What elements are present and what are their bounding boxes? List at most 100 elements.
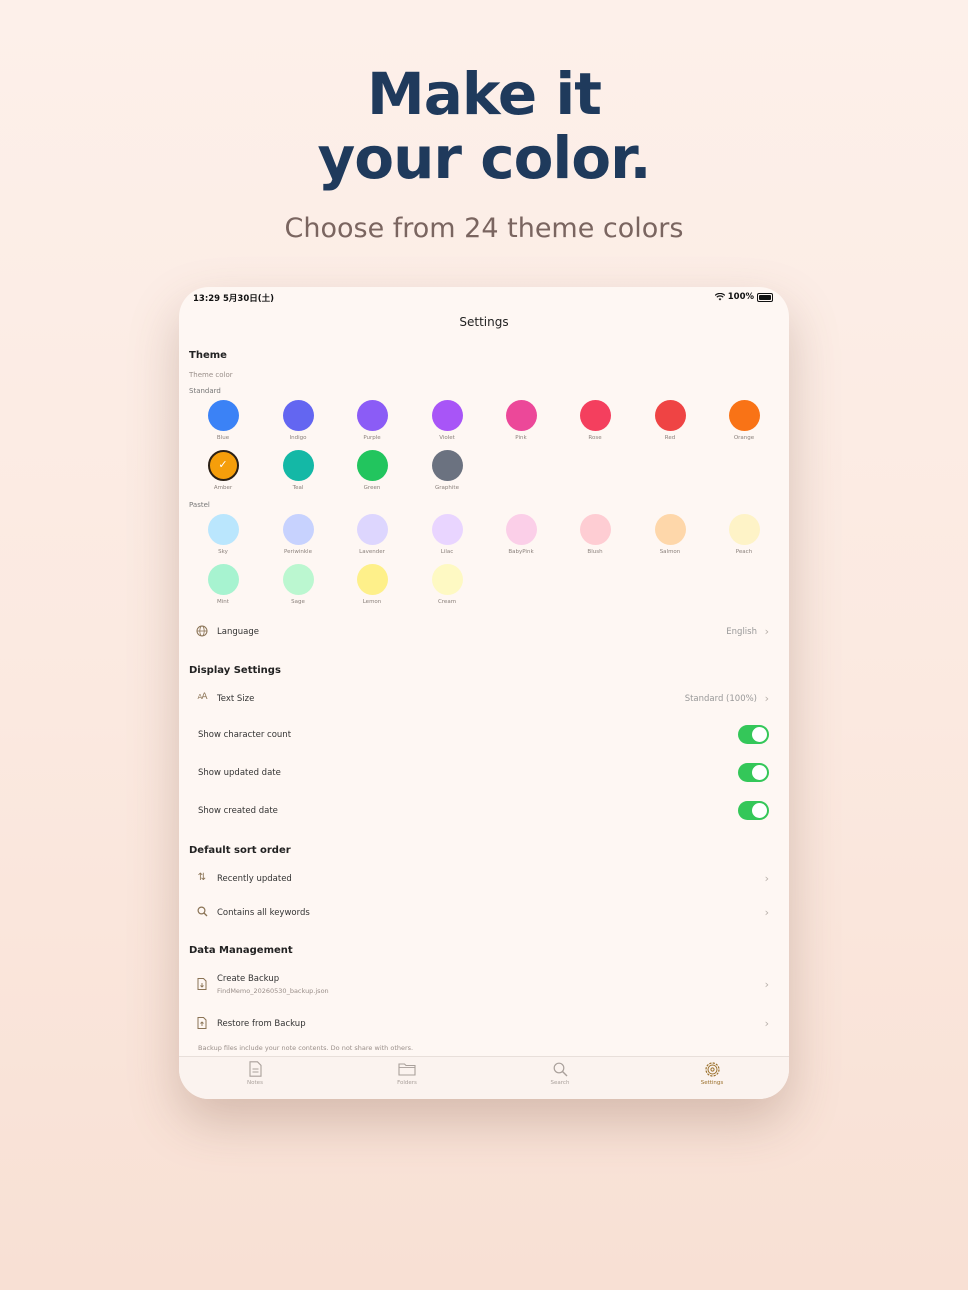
search-mode-label: Contains all keywords [217,908,310,918]
show-created-date-label: Show created date [198,806,278,816]
swatch-lilac[interactable]: Lilac [422,514,472,555]
hero-title-line1: Make it [366,60,602,128]
swatch-orange[interactable]: Orange [719,400,769,441]
swatch-violet[interactable]: Violet [422,400,472,441]
battery-percent: 100% [727,292,754,302]
swatch-green[interactable]: Green [347,450,397,491]
swatch-amber[interactable]: ✓ Amber [198,450,248,491]
swatch-label: Teal [292,485,304,491]
swatch-label: BabyPink [508,549,534,555]
language-label: Language [217,627,259,637]
swatch-red[interactable]: Red [645,400,695,441]
nav-title: Settings [459,315,509,329]
swatch-lemon[interactable]: Lemon [347,564,397,605]
show-updated-date-label: Show updated date [198,768,281,778]
show-updated-date-row: Show updated date [195,763,769,783]
swatch-color-circle [356,450,388,481]
swatch-salmon[interactable]: Salmon [645,514,695,555]
search-icon [195,906,209,920]
sort-arrows-icon: ⇅ [197,872,207,883]
chevron-right-icon: › [764,906,769,919]
swatch-indigo[interactable]: Indigo [273,400,323,441]
show-character-count-toggle[interactable] [738,725,769,744]
swatch-label: Mint [217,599,229,605]
swatch-color-circle: ✓ [207,450,239,481]
gear-icon [704,1061,720,1077]
text-size-row[interactable]: AA Text Size Standard (100%) › [195,691,769,709]
swatch-babypink[interactable]: BabyPink [496,514,546,555]
pastel-label: Pastel [189,501,210,509]
tab-search-label: Search [550,1080,570,1086]
swatch-blue[interactable]: Blue [198,400,248,441]
globe-icon [195,625,209,639]
swatch-sky[interactable]: Sky [198,514,248,555]
swatch-color-circle [654,514,686,545]
swatch-blush[interactable]: Blush [570,514,620,555]
theme-section-title: Theme [189,350,227,361]
text-size-label: Text Size [217,694,255,704]
text-size-value: Standard (100%) [684,694,757,704]
swatch-rose[interactable]: Rose [570,400,620,441]
swatch-mint[interactable]: Mint [198,564,248,605]
swatch-color-circle [431,450,463,481]
sort-section-title: Default sort order [189,845,291,856]
tab-folders[interactable]: Folders [367,1059,447,1086]
restore-backup-row[interactable]: Restore from Backup › [195,1016,769,1034]
language-row[interactable]: Language English › [195,624,769,642]
search-mode-row[interactable]: Contains all keywords › [195,905,769,923]
checkmark-icon: ✓ [218,458,228,471]
create-backup-row[interactable]: Create Backup FindMemo_20260530_backup.j… [195,972,769,998]
tab-notes[interactable]: Notes [215,1059,295,1086]
swatch-sage[interactable]: Sage [273,564,323,605]
swatch-peach[interactable]: Peach [719,514,769,555]
show-created-date-toggle[interactable] [738,801,769,820]
swatch-label: Rose [588,435,602,441]
sort-order-row[interactable]: ⇅ Recently updated › [195,871,769,889]
search-icon [553,1062,567,1076]
text-size-icon: AA [197,692,208,702]
swatch-color-circle [431,564,463,595]
swatch-purple[interactable]: Purple [347,400,397,441]
swatch-pink[interactable]: Pink [496,400,546,441]
chevron-right-icon: › [764,978,769,991]
swatch-label: Green [363,485,381,491]
show-character-count-row: Show character count [195,725,769,745]
swatch-color-circle [505,400,537,431]
swatch-label: Cream [437,599,457,605]
swatch-label: Peach [735,549,753,555]
backup-footnote: Backup files include your note contents.… [198,1044,414,1052]
tab-settings[interactable]: Settings [672,1059,752,1086]
swatch-label: Red [664,435,676,441]
swatch-label: Sage [291,599,305,605]
create-backup-label: Create Backup [217,974,280,984]
tab-search[interactable]: Search [520,1059,600,1086]
show-character-count-label: Show character count [198,730,292,740]
data-section-title: Data Management [189,945,293,956]
swatch-lavender[interactable]: Lavender [347,514,397,555]
swatch-color-circle [431,400,463,431]
hero-title-line2: your color. [317,124,651,192]
chevron-right-icon: › [764,692,769,705]
swatch-color-circle [728,514,760,545]
chevron-right-icon: › [764,872,769,885]
swatch-teal[interactable]: Teal [273,450,323,491]
swatch-cream[interactable]: Cream [422,564,472,605]
status-time-date: 13:29 5月30日(土) [193,294,275,304]
swatch-label: Indigo [289,435,307,441]
swatch-label: Violet [439,435,455,441]
swatch-graphite[interactable]: Graphite [422,450,472,491]
show-updated-date-toggle[interactable] [738,763,769,782]
restore-backup-label: Restore from Backup [217,1019,306,1029]
swatch-label: Periwinkle [284,549,312,555]
swatch-color-circle [654,400,686,431]
standard-label: Standard [189,387,221,395]
swatch-label: Blush [587,549,603,555]
swatch-color-circle [579,400,611,431]
tab-notes-label: Notes [247,1080,263,1086]
hero-subtitle: Choose from 24 theme colors [284,213,684,244]
swatch-label: Purple [363,435,381,441]
swatch-color-circle [207,400,239,431]
swatch-color-circle [282,514,314,545]
swatch-periwinkle[interactable]: Periwinkle [273,514,323,555]
swatch-color-circle [282,400,314,431]
